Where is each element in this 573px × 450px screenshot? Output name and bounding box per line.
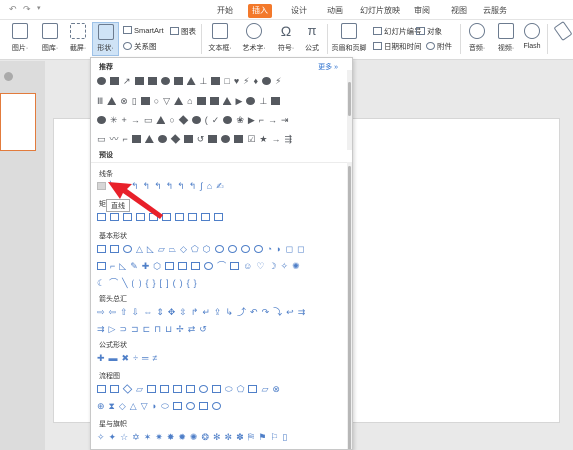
red-arrow-icon (108, 182, 163, 219)
annotation-arrow (108, 182, 163, 219)
